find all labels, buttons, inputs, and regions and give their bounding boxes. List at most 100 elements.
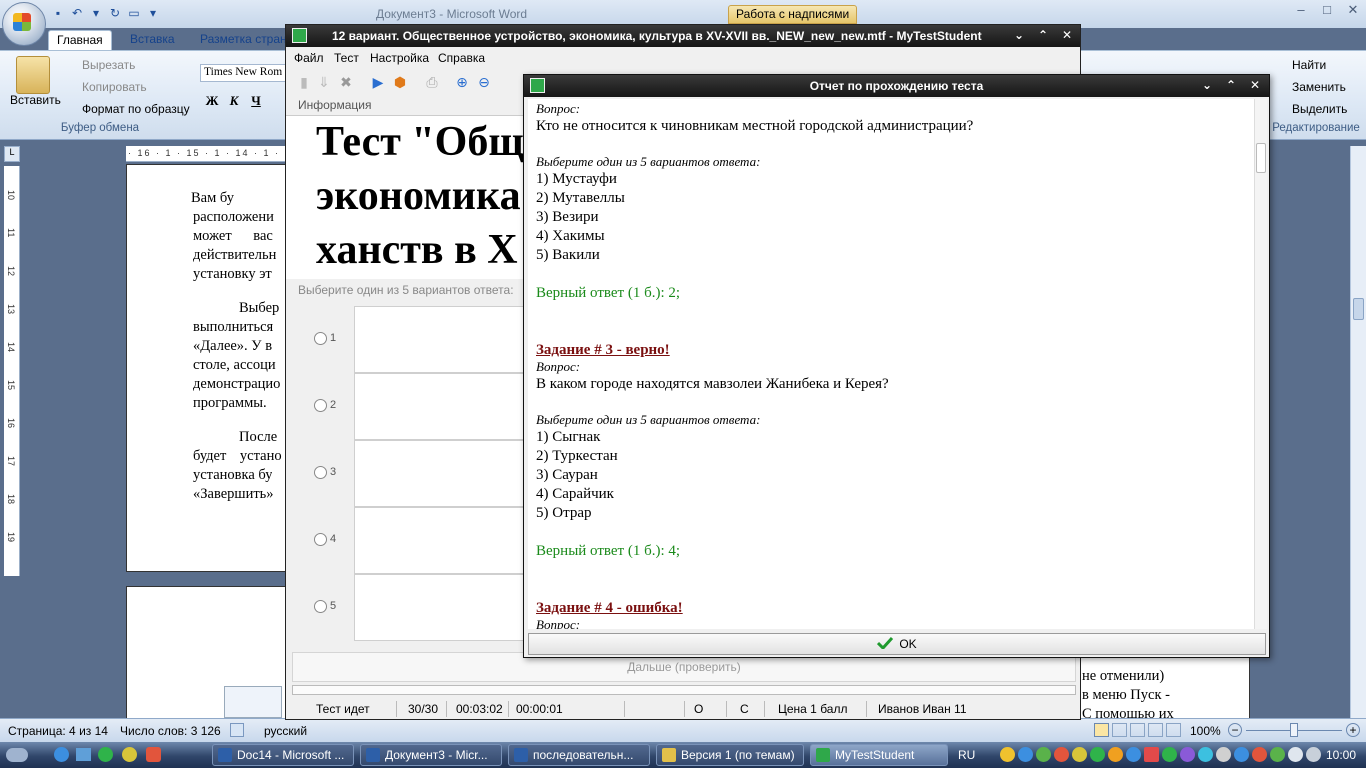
print-icon[interactable]: ⎙ xyxy=(424,74,440,90)
tray-icon[interactable] xyxy=(1198,747,1213,762)
menu-settings[interactable]: Настройка xyxy=(370,51,429,65)
tab-selector[interactable]: L xyxy=(4,146,20,162)
taskbar-item-document3[interactable]: Документ3 - Micr... xyxy=(360,744,502,766)
ok-button[interactable]: OK xyxy=(528,633,1266,655)
scroll-thumb[interactable] xyxy=(1256,143,1266,173)
stop-icon[interactable]: ⬢ xyxy=(392,74,408,90)
draft-icon[interactable] xyxy=(1166,723,1181,737)
info-tab[interactable]: Информация xyxy=(298,98,371,112)
spellcheck-icon[interactable] xyxy=(230,723,244,737)
paste-button[interactable]: Вставить xyxy=(10,93,61,107)
app-icon-green[interactable] xyxy=(98,747,113,762)
report-scrollbar[interactable] xyxy=(1254,99,1267,629)
select-button[interactable]: Выделить xyxy=(1292,102,1347,116)
start-button[interactable] xyxy=(6,748,28,762)
app-icon-red[interactable] xyxy=(146,747,161,762)
full-screen-icon[interactable] xyxy=(1112,723,1127,737)
report-title-bar[interactable]: Отчет по прохождению теста ⌄ ⌃ ✕ xyxy=(524,75,1269,97)
tray-icon[interactable] xyxy=(1126,747,1141,762)
cancel-icon[interactable]: ✖ xyxy=(338,74,354,90)
tray-icon[interactable] xyxy=(1054,747,1069,762)
tray-icon[interactable] xyxy=(1162,747,1177,762)
zoom-slider-thumb[interactable] xyxy=(1290,723,1298,737)
scroll-thumb[interactable] xyxy=(1353,298,1364,320)
print-preview-icon[interactable]: ▭ xyxy=(126,5,142,21)
word-vertical-scrollbar[interactable] xyxy=(1350,146,1366,718)
flag-icon[interactable] xyxy=(1144,747,1159,762)
maximize-icon[interactable]: ⌃ xyxy=(1034,28,1052,42)
radio-button[interactable] xyxy=(314,399,327,412)
mytest-title-bar[interactable]: 12 вариант. Общественное устройство, эко… xyxy=(286,25,1080,47)
taskbar-item-sequence[interactable]: последовательн... xyxy=(508,744,650,766)
cut-button[interactable]: Вырезать xyxy=(82,58,135,72)
menu-file[interactable]: Файл xyxy=(294,51,324,65)
tray-icon[interactable] xyxy=(1072,747,1087,762)
chevron-down-icon[interactable]: ⌄ xyxy=(1198,78,1216,92)
ie-icon[interactable] xyxy=(54,747,69,762)
tray-icon[interactable] xyxy=(1234,747,1249,762)
maximize-button[interactable]: □ xyxy=(1314,0,1340,20)
menu-help[interactable]: Справка xyxy=(438,51,485,65)
zoom-out-icon[interactable]: − xyxy=(1228,723,1242,737)
radio-button[interactable] xyxy=(314,332,327,345)
report-content[interactable]: Вопрос: Кто не относится к чиновникам ме… xyxy=(528,99,1254,629)
taskbar-item-mytest[interactable]: MyTestStudent xyxy=(810,744,948,766)
print-layout-icon[interactable] xyxy=(1094,723,1109,737)
tray-icon[interactable] xyxy=(1108,747,1123,762)
find-button[interactable]: Найти xyxy=(1292,58,1326,72)
vertical-ruler[interactable]: 10 11 12 13 14 15 16 17 18 19 xyxy=(4,166,20,576)
tray-icon[interactable] xyxy=(1090,747,1105,762)
app-icon-yellow[interactable] xyxy=(122,747,137,762)
redo-icon[interactable]: ↻ xyxy=(107,5,123,21)
format-painter-button[interactable]: Формат по образцу xyxy=(82,102,190,116)
copy-button[interactable]: Копировать xyxy=(82,80,147,94)
customize-icon[interactable]: ▾ xyxy=(145,5,161,21)
radio-button[interactable] xyxy=(314,466,327,479)
close-icon[interactable]: ✕ xyxy=(1058,28,1076,42)
paste-icon[interactable] xyxy=(16,56,50,94)
tray-icon[interactable] xyxy=(1000,747,1015,762)
dropdown-icon[interactable]: ▾ xyxy=(88,5,104,21)
tab-home[interactable]: Главная xyxy=(48,30,112,50)
radio-button[interactable] xyxy=(314,600,327,613)
language-indicator[interactable]: русский xyxy=(264,724,307,738)
document-page[interactable]: Вам бу расположени может вас действитель… xyxy=(126,164,288,572)
maximize-icon[interactable]: ⌃ xyxy=(1222,78,1240,92)
chevron-down-icon[interactable]: ⌄ xyxy=(1010,28,1028,42)
horizontal-ruler[interactable]: · 16 · 1 · 15 · 1 · 14 · 1 · 13 · xyxy=(126,146,306,162)
word-count[interactable]: Число слов: 3 126 xyxy=(120,724,221,738)
underline-button[interactable]: Ч xyxy=(246,92,266,110)
language-bar[interactable]: RU xyxy=(958,748,975,762)
italic-button[interactable]: К xyxy=(224,92,244,110)
tray-icon[interactable] xyxy=(1180,747,1195,762)
play-icon[interactable]: ▶ xyxy=(370,74,386,90)
undo-icon[interactable]: ↶ xyxy=(69,5,85,21)
taskbar-item-version1[interactable]: Версия 1 (по темам) xyxy=(656,744,804,766)
zoom-level[interactable]: 100% xyxy=(1190,724,1221,738)
taskbar-item-doc14[interactable]: Doc14 - Microsoft ... xyxy=(212,744,354,766)
network-icon[interactable] xyxy=(1306,747,1321,762)
menu-test[interactable]: Тест xyxy=(334,51,359,65)
page-indicator[interactable]: Страница: 4 из 14 xyxy=(8,724,108,738)
tray-icon[interactable] xyxy=(1036,747,1051,762)
tray-icon[interactable] xyxy=(1216,747,1231,762)
font-name-input[interactable]: Times New Rom xyxy=(200,64,286,82)
tray-icon[interactable] xyxy=(1018,747,1033,762)
zoom-out-icon[interactable]: ⊖ xyxy=(476,74,492,90)
web-layout-icon[interactable] xyxy=(1130,723,1145,737)
open-icon[interactable]: ▮ xyxy=(296,74,312,90)
download-icon[interactable]: ⇓ xyxy=(316,74,332,90)
outline-icon[interactable] xyxy=(1148,723,1163,737)
tray-icon[interactable] xyxy=(1270,747,1285,762)
tab-insert[interactable]: Вставка xyxy=(122,30,183,50)
clock[interactable]: 10:00 xyxy=(1326,748,1356,762)
minimize-button[interactable]: – xyxy=(1288,0,1314,20)
bold-button[interactable]: Ж xyxy=(202,92,222,110)
context-tab-textbox-tools[interactable]: Работа с надписями xyxy=(728,5,858,24)
replace-button[interactable]: Заменить xyxy=(1292,80,1346,94)
zoom-in-icon[interactable]: + xyxy=(1346,723,1360,737)
tray-icon[interactable] xyxy=(1252,747,1267,762)
save-icon[interactable]: ▪ xyxy=(50,5,66,21)
close-button[interactable]: ✕ xyxy=(1340,0,1366,20)
volume-icon[interactable] xyxy=(1288,747,1303,762)
